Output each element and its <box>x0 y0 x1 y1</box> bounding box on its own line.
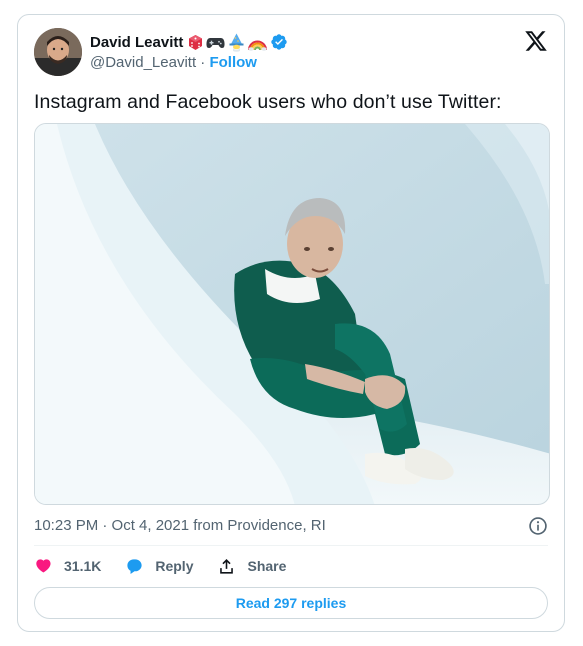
author-handle-row: @David_Leavitt · Follow <box>90 54 257 71</box>
reply-label: Reply <box>155 558 194 574</box>
avatar[interactable] <box>34 28 82 76</box>
author-name-row: David Leavitt <box>90 32 288 52</box>
x-logo-icon[interactable] <box>524 29 548 53</box>
share-icon <box>220 558 234 574</box>
photo-illustration <box>35 124 549 504</box>
divider <box>34 545 548 546</box>
tweet-media-image[interactable] <box>34 123 550 505</box>
reply-bubble-icon <box>127 558 142 574</box>
like-button[interactable]: 31.1K <box>34 557 101 576</box>
info-icon[interactable] <box>528 516 548 536</box>
reply-button[interactable]: Reply <box>125 557 193 576</box>
tweet-timestamp[interactable]: 10:23 PM · Oct 4, 2021 from Providence, … <box>34 517 326 534</box>
avatar-image <box>34 28 82 76</box>
tweet-text: Instagram and Facebook users who don’t u… <box>34 91 502 113</box>
share-button[interactable]: Share <box>217 557 286 576</box>
tweet-card: David Leavitt @David_Leavitt · Follow In… <box>17 14 565 632</box>
share-label: Share <box>247 558 287 574</box>
game-controller-icon <box>206 37 225 48</box>
game-die-icon <box>189 34 203 50</box>
heart-icon <box>36 558 51 573</box>
name-emoji-group <box>187 33 268 52</box>
handle-separator: · <box>196 54 210 71</box>
wizard-icon <box>229 33 244 52</box>
like-count: 31.1K <box>64 558 102 574</box>
read-replies-button[interactable]: Read 297 replies <box>34 587 548 619</box>
author-handle[interactable]: @David_Leavitt <box>90 54 196 71</box>
rainbow-icon <box>248 40 268 51</box>
verified-badge-icon[interactable] <box>270 33 288 51</box>
author-name[interactable]: David Leavitt <box>90 34 183 51</box>
follow-button[interactable]: Follow <box>209 54 257 71</box>
tweet-actions: 31.1K Reply Share <box>34 555 310 577</box>
